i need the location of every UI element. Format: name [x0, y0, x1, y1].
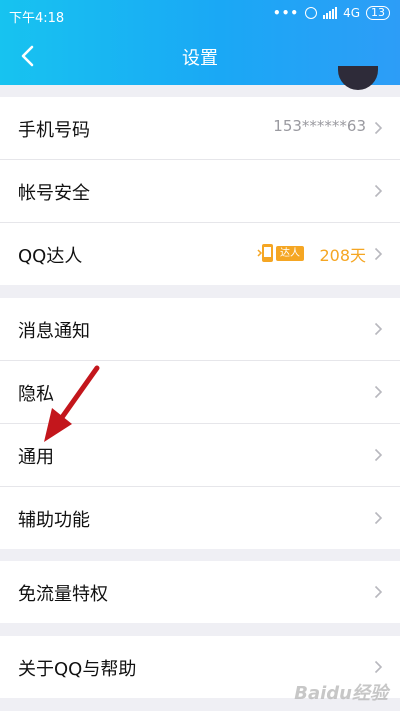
row-label: 消息通知 [18, 321, 90, 342]
daren-days: 208天 [319, 246, 366, 265]
row-label: 关于QQ与帮助 [18, 659, 137, 680]
row-account-security[interactable]: 帐号安全 [0, 160, 400, 223]
chevron-right-icon [374, 511, 383, 525]
watermark: Baidu经验 [294, 683, 388, 704]
signal-icon [323, 7, 338, 19]
chevron-right-icon [374, 247, 383, 261]
phone-badge-icon [257, 244, 273, 262]
row-qq-daren[interactable]: QQ达人 达人 208天 [0, 223, 400, 285]
row-label: 隐私 [18, 384, 54, 405]
general-section: 消息通知 隐私 通用 辅助功能 [0, 298, 400, 549]
chevron-right-icon [374, 184, 383, 198]
row-label: QQ达人 [18, 246, 83, 267]
row-label: 手机号码 [18, 120, 90, 141]
row-general[interactable]: 通用 [0, 424, 400, 487]
daren-tag: 达人 [276, 246, 304, 261]
status-time: 下午4:18 [9, 11, 65, 26]
status-bar: 下午4:18 ••• 4G 13 [0, 0, 400, 30]
row-label: 帐号安全 [18, 183, 90, 204]
account-section: 手机号码 153******63 帐号安全 QQ达人 达人 208天 [0, 97, 400, 285]
chevron-right-icon [374, 385, 383, 399]
alarm-icon [305, 7, 318, 19]
row-data-free[interactable]: 免流量特权 [0, 561, 400, 623]
row-label: 辅助功能 [18, 510, 90, 531]
row-phone-number[interactable]: 手机号码 153******63 [0, 97, 400, 160]
row-label: 免流量特权 [18, 584, 108, 605]
row-label: 通用 [18, 447, 54, 468]
status-icons: ••• 4G 13 [273, 6, 390, 20]
chevron-right-icon [374, 121, 383, 135]
chevron-right-icon [374, 660, 383, 674]
row-notifications[interactable]: 消息通知 [0, 298, 400, 361]
avatar[interactable] [338, 66, 378, 90]
battery-icon: 13 [366, 6, 390, 20]
daren-badge: 达人 [256, 242, 312, 264]
chevron-right-icon [374, 585, 383, 599]
data-free-section: 免流量特权 [0, 561, 400, 623]
phone-number-value: 153******63 [273, 117, 366, 135]
row-accessibility[interactable]: 辅助功能 [0, 487, 400, 549]
chevron-right-icon [374, 448, 383, 462]
chevron-right-icon [374, 322, 383, 336]
row-privacy[interactable]: 隐私 [0, 361, 400, 424]
notification-dots: ••• [273, 6, 300, 20]
network-type: 4G [343, 6, 360, 20]
